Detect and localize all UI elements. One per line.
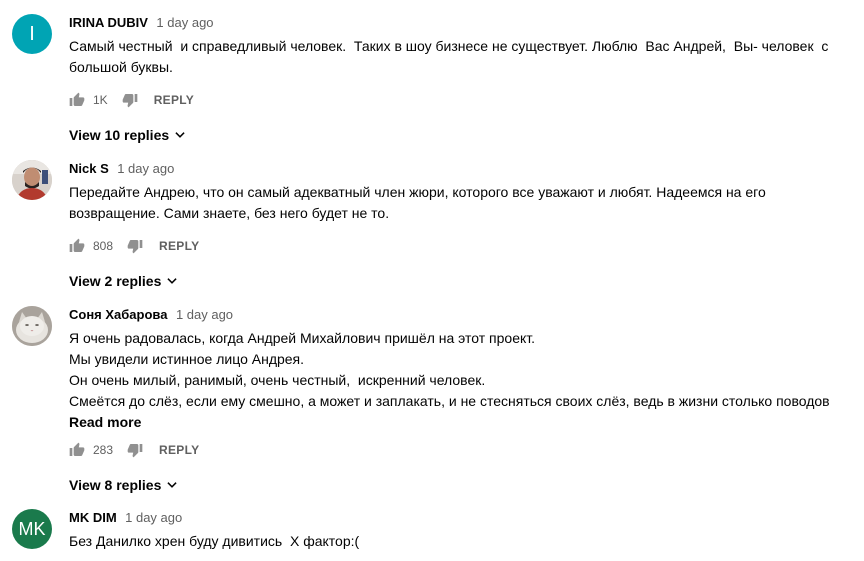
view-replies-button[interactable]: View 2 replies (69, 271, 854, 291)
comment-actions: 1K REPLY (69, 88, 854, 112)
user-photo-avatar-icon (12, 160, 52, 200)
thumbs-up-icon (69, 238, 85, 252)
like-button[interactable] (69, 442, 85, 458)
view-replies-button[interactable]: View 8 replies (69, 475, 854, 495)
chevron-down-icon (165, 274, 179, 288)
like-count: 283 (93, 443, 114, 457)
like-button[interactable] (69, 92, 85, 108)
author-name[interactable]: Nick S (69, 161, 109, 176)
reply-button[interactable]: REPLY (159, 239, 199, 253)
comment-text: Передайте Андрею, что он самый адекватны… (69, 184, 770, 221)
view-replies-label: View 8 replies (69, 477, 162, 493)
comment-header: Соня Хабарова 1 day ago (69, 306, 854, 324)
thumbs-down-icon (122, 94, 138, 108)
view-replies-label: View 10 replies (69, 127, 170, 143)
comment-timestamp[interactable]: 1 day ago (156, 15, 213, 30)
reply-button[interactable]: REPLY (159, 443, 199, 457)
comment-text: Без Данилко хрен буду дивитись Х фактор:… (69, 533, 360, 549)
like-count: 808 (93, 239, 114, 253)
comments-section: I IRINA DUBIV 1 day ago Самый честный и … (0, 0, 864, 561)
comment-timestamp[interactable]: 1 day ago (125, 510, 182, 525)
thumbs-down-icon (127, 240, 143, 254)
avatar[interactable] (12, 160, 52, 200)
chevron-down-icon (173, 128, 187, 142)
dislike-button[interactable] (127, 442, 143, 458)
dislike-button[interactable] (122, 92, 138, 108)
avatar[interactable]: I (12, 14, 52, 54)
comment-header: Nick S 1 day ago (69, 160, 854, 178)
comment-actions: 283 REPLY (69, 438, 854, 462)
author-name[interactable]: IRINA DUBIV (69, 15, 148, 30)
view-replies-button[interactable]: View 10 replies (69, 125, 854, 145)
comment-text: Самый честный и справедливый человек. Та… (69, 38, 833, 75)
cat-photo-avatar-icon (12, 306, 52, 346)
comment-header: MK DIM 1 day ago (69, 509, 854, 527)
view-replies-label: View 2 replies (69, 273, 162, 289)
reply-button[interactable]: REPLY (154, 93, 194, 107)
dislike-button[interactable] (127, 238, 143, 254)
author-name[interactable]: MK DIM (69, 510, 117, 525)
avatar-letter: I (29, 22, 35, 45)
read-more-button[interactable]: Read more (69, 412, 854, 432)
comment-actions: 808 REPLY (69, 234, 854, 258)
chevron-down-icon (165, 478, 179, 492)
comment-timestamp[interactable]: 1 day ago (176, 307, 233, 322)
avatar-letter: MK (18, 518, 46, 539)
author-name[interactable]: Соня Хабарова (69, 307, 167, 322)
avatar[interactable] (12, 306, 52, 346)
thumbs-up-icon (69, 442, 85, 456)
comment-text: Я очень радовалась, когда Андрей Михайло… (69, 330, 830, 409)
thumbs-down-icon (127, 444, 143, 458)
like-count: 1K (93, 93, 108, 107)
like-button[interactable] (69, 238, 85, 254)
comment-header: IRINA DUBIV 1 day ago (69, 14, 854, 32)
thumbs-up-icon (69, 92, 85, 106)
comment-timestamp[interactable]: 1 day ago (117, 161, 174, 176)
avatar[interactable]: MK (12, 509, 52, 549)
